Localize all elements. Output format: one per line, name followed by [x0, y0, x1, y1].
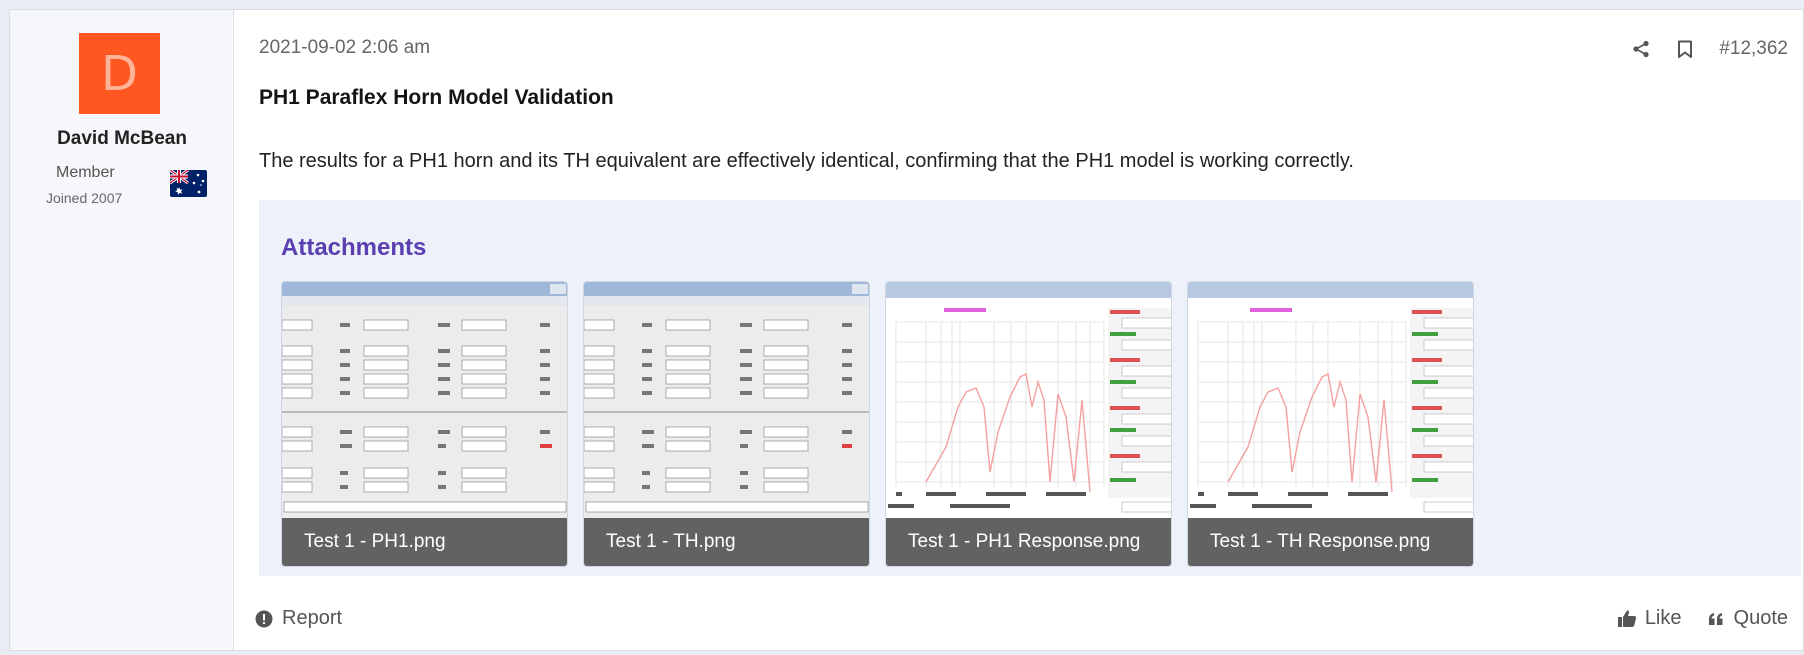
attachment-thumbnail[interactable]: Test 1 - PH1 Response.png — [885, 281, 1172, 567]
exclamation-circle-icon — [254, 609, 274, 629]
avatar[interactable]: D — [79, 33, 160, 114]
input-parameters-screenshot-icon — [282, 282, 567, 520]
bookmark-icon[interactable] — [1675, 39, 1695, 59]
post-header-actions: #12,362 — [1631, 38, 1788, 60]
australia-flag-icon — [170, 170, 207, 197]
user-joined-date: Joined 2007 — [46, 190, 123, 206]
report-label: Report — [282, 607, 343, 629]
input-parameters-screenshot-icon — [584, 282, 869, 520]
post-footer-actions: Like Quote — [1617, 607, 1788, 630]
thumbs-up-icon — [1617, 609, 1637, 629]
post-date[interactable]: 2021-09-02 2:06 am — [259, 37, 430, 59]
post-content-panel: 2021-09-02 2:06 am #12,362 PH1 Paraflex … — [234, 10, 1803, 650]
attachments-heading: Attachments — [281, 234, 427, 261]
response-graph-screenshot-icon — [1188, 282, 1473, 520]
forum-post: D David McBean Member Joined 2007 2021-0… — [9, 9, 1804, 651]
attachment-caption: Test 1 - TH.png — [584, 518, 869, 566]
report-button[interactable]: Report — [254, 607, 342, 630]
share-icon[interactable] — [1631, 39, 1651, 59]
post-number-link[interactable]: #12,362 — [1719, 38, 1788, 60]
like-label: Like — [1644, 607, 1682, 629]
user-info-panel: D David McBean Member Joined 2007 — [10, 10, 234, 650]
username[interactable]: David McBean — [10, 128, 234, 150]
like-button[interactable]: Like — [1617, 607, 1682, 630]
post-body: The results for a PH1 horn and its TH eq… — [259, 150, 1354, 172]
quote-button[interactable]: Quote — [1706, 607, 1788, 630]
attachment-caption: Test 1 - TH Response.png — [1188, 518, 1473, 566]
attachments-block: Attachments Test 1 - PH1.png Test 1 - TH… — [259, 200, 1801, 576]
attachment-thumbnail[interactable]: Test 1 - TH.png — [583, 281, 870, 567]
avatar-letter: D — [101, 45, 138, 102]
attachment-thumbnail[interactable]: Test 1 - PH1.png — [281, 281, 568, 567]
attachment-thumbnail[interactable]: Test 1 - TH Response.png — [1187, 281, 1474, 567]
response-graph-screenshot-icon — [886, 282, 1171, 520]
attachment-caption: Test 1 - PH1 Response.png — [886, 518, 1171, 566]
user-title: Member — [56, 164, 115, 181]
attachment-caption: Test 1 - PH1.png — [282, 518, 567, 566]
post-title: PH1 Paraflex Horn Model Validation — [259, 86, 614, 109]
quote-icon — [1706, 609, 1726, 629]
quote-label: Quote — [1733, 607, 1788, 629]
